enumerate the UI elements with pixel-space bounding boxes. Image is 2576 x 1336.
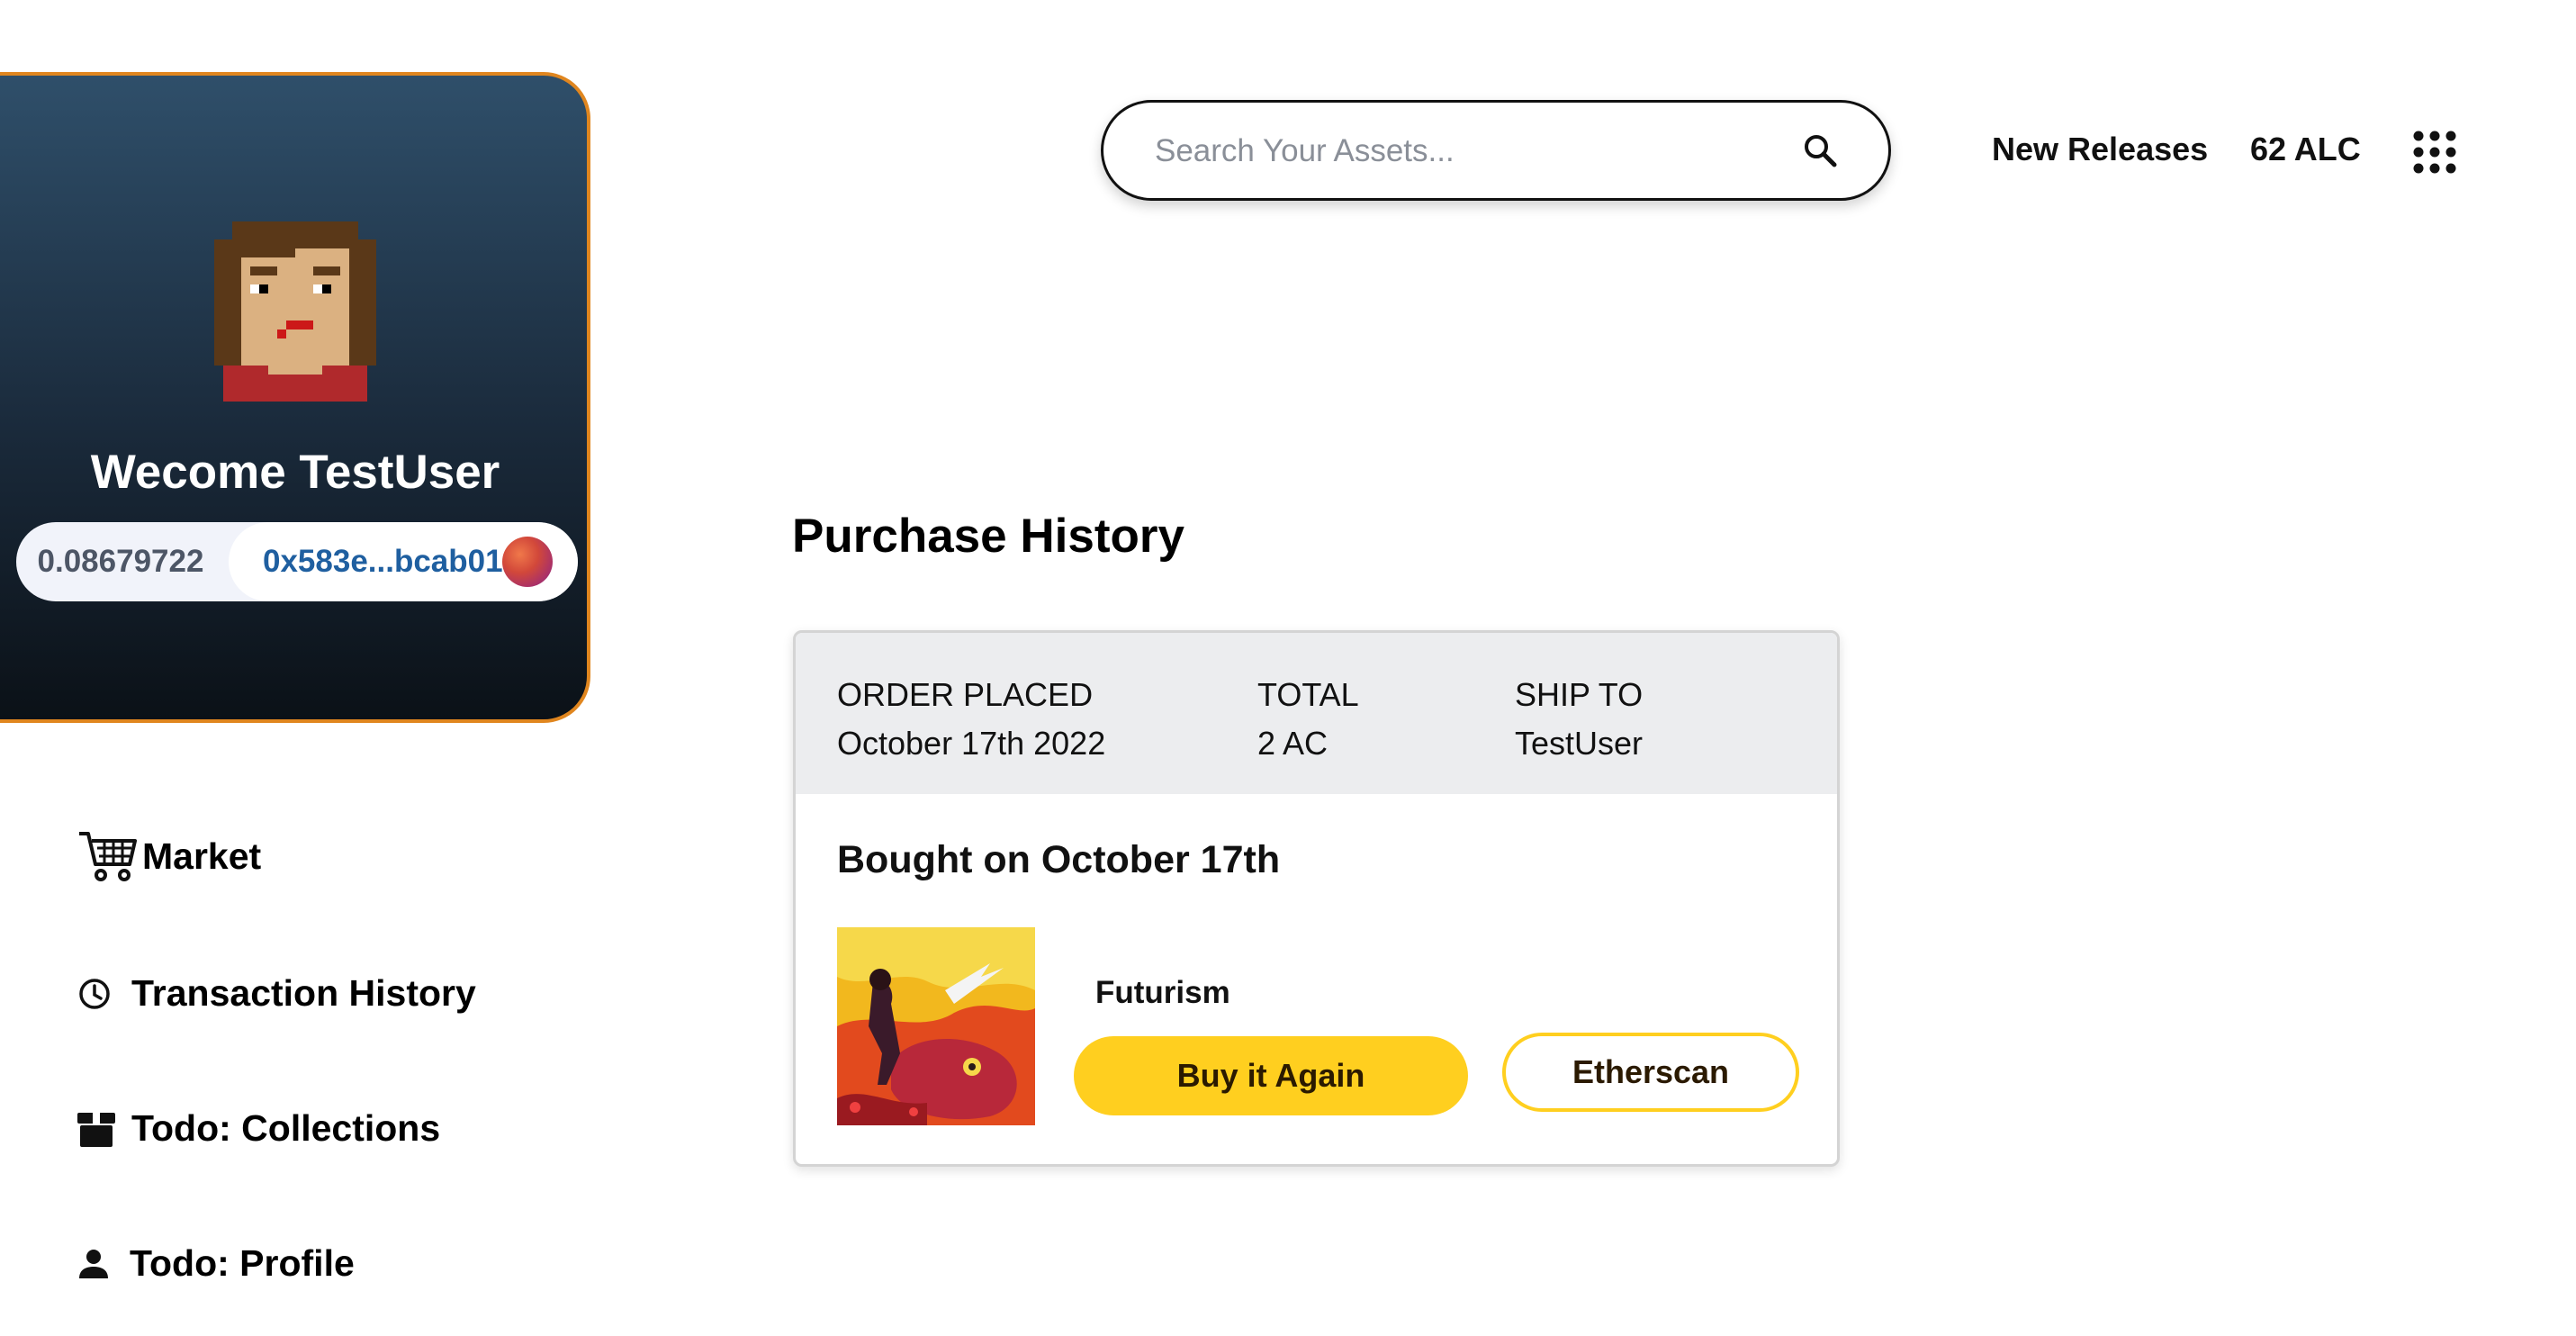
pixel-avatar-icon (214, 221, 376, 402)
grid-dots-icon[interactable] (2413, 131, 2456, 174)
order-placed-label: ORDER PLACED (837, 676, 1094, 713)
wallet-identicon (502, 537, 553, 587)
sidebar-item-profile[interactable]: Todo: Profile (77, 1242, 355, 1285)
buy-again-button[interactable]: Buy it Again (1074, 1036, 1468, 1115)
token-balance[interactable]: 62 ALC (2250, 131, 2361, 168)
order-ship-label: SHIP TO (1515, 676, 1644, 713)
order-placed-value: October 17th 2022 (837, 725, 1106, 762)
search-icon[interactable] (1803, 133, 1839, 169)
order-total-label: TOTAL (1257, 676, 1359, 713)
sidebar-item-collections[interactable]: Todo: Collections (77, 1107, 440, 1150)
profile-card: Wecome TestUser 0.08679722 0x583e...bcab… (0, 72, 590, 723)
order-ship-value: TestUser (1515, 725, 1644, 762)
product-thumbnail[interactable] (837, 927, 1035, 1125)
order-placed: ORDER PLACED October 17th 2022 (837, 671, 1105, 768)
wallet-pill[interactable]: 0.08679722 0x583e...bcab01 (16, 522, 578, 601)
search-box[interactable] (1101, 100, 1891, 201)
wallet-balance: 0.08679722 (37, 544, 204, 579)
search-input[interactable] (1153, 121, 1787, 182)
etherscan-button[interactable]: Etherscan (1502, 1033, 1799, 1112)
order-total: TOTAL 2 AC (1257, 671, 1359, 768)
product-name: Futurism (1095, 975, 1230, 1010)
sidebar-item-label: Market (142, 835, 262, 877)
person-icon (79, 1249, 108, 1278)
sidebar-item-transaction-history[interactable]: Transaction History (77, 972, 476, 1015)
cart-icon (79, 832, 137, 881)
bought-title: Bought on October 17th (837, 838, 1281, 881)
sidebar-item-label: Transaction History (131, 972, 476, 1014)
order-card: ORDER PLACED October 17th 2022 TOTAL 2 A… (793, 630, 1840, 1167)
welcome-text: Wecome TestUser (90, 446, 500, 499)
order-header: ORDER PLACED October 17th 2022 TOTAL 2 A… (796, 633, 1837, 794)
order-total-value: 2 AC (1257, 725, 1329, 762)
sidebar-item-market[interactable]: Market (77, 828, 261, 884)
page-title: Purchase History (792, 510, 1184, 563)
clock-icon (79, 978, 110, 1009)
box-icon (77, 1112, 115, 1147)
sidebar-item-label: Todo: Profile (130, 1242, 355, 1284)
order-ship-to: SHIP TO TestUser (1515, 671, 1643, 768)
new-releases-link[interactable]: New Releases (1992, 131, 2208, 168)
sidebar-item-label: Todo: Collections (131, 1107, 441, 1149)
